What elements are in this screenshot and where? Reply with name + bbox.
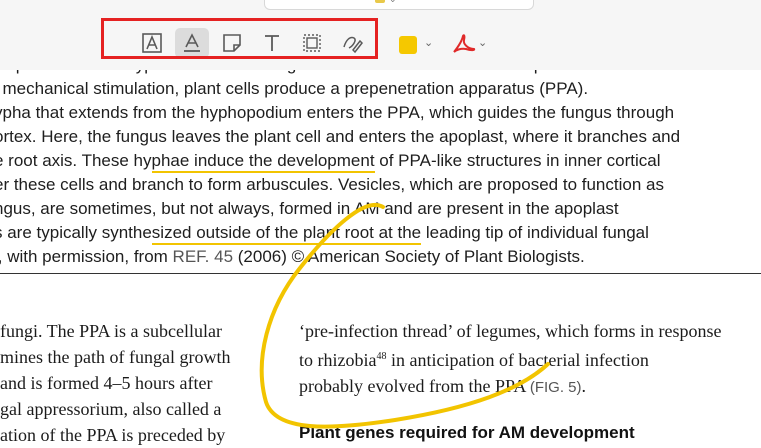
highlight-color-swatch[interactable] xyxy=(399,36,417,54)
text-line: s are typically synthesized outside of t… xyxy=(0,223,649,245)
left-column: fungi. The PPA is a subcellular mines th… xyxy=(0,318,276,448)
text-line: gal appressorium, also called a xyxy=(0,399,222,419)
text-line: mines the path of fungal growth xyxy=(0,347,231,367)
text-line: probably evolved from the PPA (FIG. 5). xyxy=(299,376,586,396)
text-line: ortex. Here, the fungus leaves the plant… xyxy=(0,127,681,146)
text-line: er these cells and branch to form arbusc… xyxy=(0,175,664,194)
figure-reference-link[interactable]: (FIG. 5) xyxy=(530,379,582,396)
underline-annotation[interactable]: sized outside of the plant root at the xyxy=(151,223,422,245)
text-line: to rhizobia48 in anticipation of bacteri… xyxy=(299,350,649,370)
text-line: and is formed 4–5 hours after xyxy=(0,373,213,393)
acrobat-share-button[interactable] xyxy=(452,33,476,60)
document-body-top: vlop from mature hyphae and not from ger… xyxy=(0,55,761,275)
chevron-down-icon: ⌄ xyxy=(389,0,397,5)
text-line: l mechanical stimulation, plant cells pr… xyxy=(0,79,589,98)
markup-toolbar: ⌄ ⌄ ⌄ xyxy=(0,0,761,70)
caption-divider xyxy=(0,273,761,274)
text-line: e root axis. These hyphae induce the dev… xyxy=(0,151,661,173)
section-heading: Plant genes required for AM development xyxy=(299,423,635,442)
text-line: ation of the PPA is preceded by xyxy=(0,425,226,445)
underline-annotation[interactable]: phae induce the development xyxy=(151,151,375,173)
reference-superscript[interactable]: 48 xyxy=(376,351,386,362)
text-line: ngus, are sometimes, but not always, for… xyxy=(0,199,619,218)
color-dot-icon xyxy=(375,0,385,3)
window-tab[interactable]: ⌄ xyxy=(264,0,534,10)
acrobat-icon xyxy=(453,34,476,53)
text-line: ypha that extends from the hyphopodium e… xyxy=(0,103,675,122)
text-line: fungi. The PPA is a subcellular xyxy=(0,321,222,341)
red-annotation-box xyxy=(101,18,378,59)
right-column: ‘pre-infection thread’ of legumes, which… xyxy=(299,318,761,401)
chevron-down-icon[interactable]: ⌄ xyxy=(478,36,487,49)
chevron-down-icon[interactable]: ⌄ xyxy=(424,36,433,49)
figure-caption: l, with permission, from REF. 45 (2006) … xyxy=(0,247,585,266)
text-line: ‘pre-infection thread’ of legumes, which… xyxy=(299,321,722,341)
